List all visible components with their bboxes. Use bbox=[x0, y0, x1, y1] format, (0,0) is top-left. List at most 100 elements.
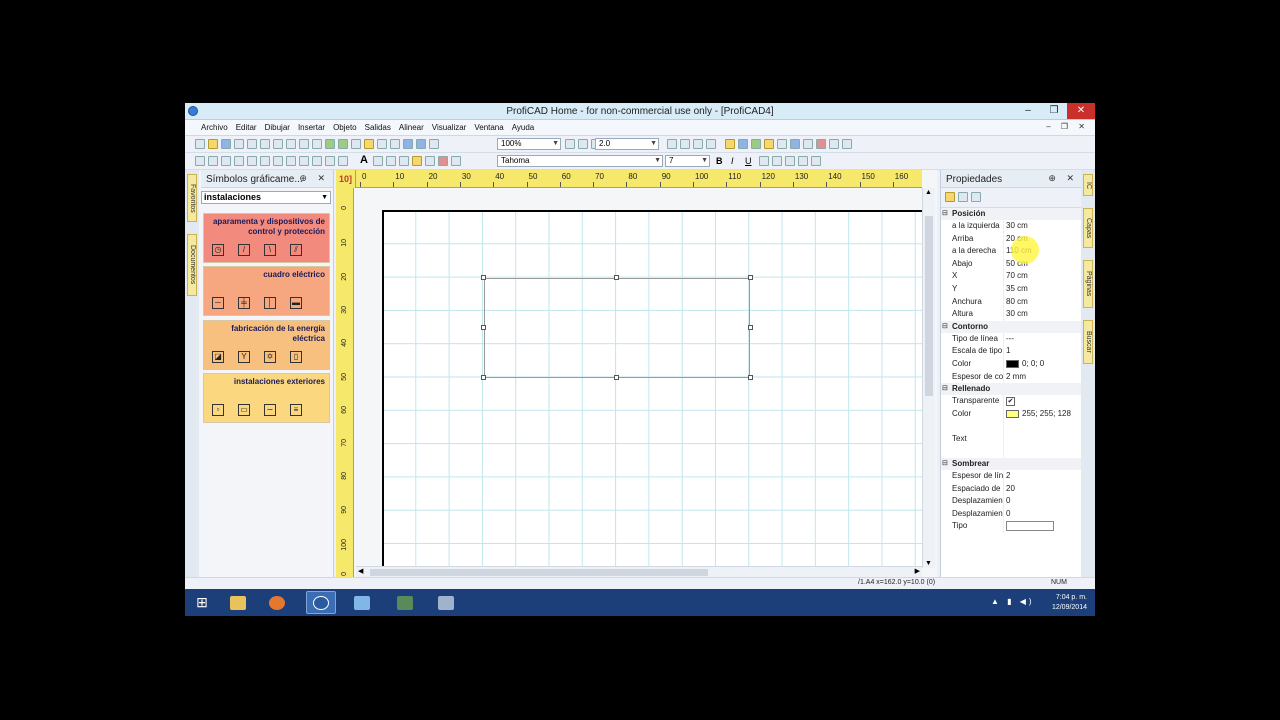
pie-tool-icon[interactable] bbox=[312, 156, 322, 166]
polygon-icon[interactable] bbox=[377, 139, 387, 149]
property-row[interactable]: Abajo 50 cm bbox=[941, 257, 1082, 271]
switch-icon[interactable]: / bbox=[238, 244, 250, 256]
property-value[interactable]: --- bbox=[1003, 332, 1082, 346]
resize-handle[interactable] bbox=[481, 375, 486, 380]
property-value[interactable]: 80 cm bbox=[1003, 295, 1082, 309]
color-swatch[interactable] bbox=[1006, 359, 1019, 368]
text-tool-button[interactable]: A bbox=[360, 154, 368, 166]
network-icon[interactable] bbox=[751, 139, 761, 149]
menu-archivo[interactable]: Archivo bbox=[197, 123, 232, 132]
dimension-tool-icon[interactable] bbox=[399, 156, 409, 166]
property-pages-icon[interactable] bbox=[971, 192, 981, 202]
battery-icon[interactable]: ▯ bbox=[290, 351, 302, 363]
symbol-category-select[interactable]: instalaciones ▼ bbox=[201, 191, 331, 204]
system-tray[interactable]: ▲ ▮ ◀) bbox=[991, 597, 1035, 606]
close-button[interactable]: ✕ bbox=[1067, 103, 1095, 119]
busbar-icon[interactable]: ─ bbox=[212, 297, 224, 309]
property-row[interactable]: Espaciado de líne20 bbox=[941, 482, 1082, 496]
open-folder-icon[interactable] bbox=[208, 139, 218, 149]
property-value[interactable] bbox=[1003, 432, 1082, 446]
property-value[interactable]: 2 bbox=[1003, 470, 1082, 483]
cross-tool-icon[interactable] bbox=[299, 156, 309, 166]
font-size-select[interactable]: 7 ▼ bbox=[665, 155, 710, 167]
rectangle-tool-icon[interactable] bbox=[247, 156, 257, 166]
taskbar-calculator[interactable] bbox=[431, 591, 461, 614]
property-value[interactable]: 255; 255; 128 bbox=[1003, 407, 1082, 421]
property-row[interactable]: Transparente ✔ bbox=[941, 395, 1082, 408]
taskbar-proficad[interactable] bbox=[306, 591, 336, 614]
property-value[interactable]: ✔ bbox=[1003, 395, 1082, 408]
menu-salidas[interactable]: Salidas bbox=[361, 123, 395, 132]
property-category[interactable]: Rellenado bbox=[941, 383, 1082, 396]
property-value[interactable]: 2 mm bbox=[1003, 370, 1082, 384]
menu-insertar[interactable]: Insertar bbox=[294, 123, 329, 132]
tab-buscar[interactable]: Buscar bbox=[1083, 320, 1093, 364]
property-row[interactable] bbox=[941, 445, 1082, 459]
bold-button[interactable]: B bbox=[716, 156, 723, 166]
font-select[interactable]: Tahoma ▼ bbox=[497, 155, 663, 167]
property-value[interactable]: 70 cm bbox=[1003, 270, 1082, 283]
drawing-sheet[interactable] bbox=[382, 210, 923, 568]
tab-paginas[interactable]: Páginas bbox=[1083, 260, 1093, 308]
pattern-tool-icon[interactable] bbox=[338, 156, 348, 166]
zoom-select[interactable]: 100% ▼ bbox=[497, 138, 561, 150]
property-value[interactable]: 0 bbox=[1003, 495, 1082, 508]
flip-icon[interactable] bbox=[390, 139, 400, 149]
node-tool-icon[interactable] bbox=[386, 156, 396, 166]
category-fabricacion-energia[interactable]: fabricación de la energía eléctrica ◪ Y … bbox=[203, 320, 330, 370]
menu-objeto[interactable]: Objeto bbox=[329, 123, 361, 132]
property-category[interactable]: Contorno bbox=[941, 320, 1082, 333]
selected-rectangle[interactable] bbox=[484, 278, 750, 378]
clock-switch-icon[interactable]: ◷ bbox=[212, 244, 224, 256]
menu-dibujar[interactable]: Dibujar bbox=[261, 123, 294, 132]
category-aparamenta[interactable]: aparamenta y dispositivos de control y p… bbox=[203, 213, 330, 263]
connector-icon[interactable]: ▬ bbox=[290, 297, 302, 309]
print-preview-icon[interactable] bbox=[260, 139, 270, 149]
zoom-in-icon[interactable] bbox=[578, 139, 588, 149]
circle-tool-icon[interactable] bbox=[286, 156, 296, 166]
label-tool-icon[interactable] bbox=[412, 156, 422, 166]
table-icon[interactable] bbox=[803, 139, 813, 149]
menu-alinear[interactable]: Alinear bbox=[395, 123, 428, 132]
property-value[interactable]: 30 cm bbox=[1003, 220, 1082, 233]
property-row[interactable]: Y 35 cm bbox=[941, 282, 1082, 296]
connector-tool-icon[interactable] bbox=[425, 156, 435, 166]
cabinet-icon[interactable]: ▭ bbox=[238, 404, 250, 416]
align-left-icon[interactable] bbox=[785, 156, 795, 166]
property-row[interactable]: Anchura 80 cm bbox=[941, 295, 1082, 309]
menu-ventana[interactable]: Ventana bbox=[470, 123, 507, 132]
property-row[interactable]: Color 255; 255; 128 bbox=[941, 407, 1082, 421]
property-value[interactable]: 20 bbox=[1003, 482, 1082, 496]
sort-alpha-icon[interactable] bbox=[958, 192, 968, 202]
new-file-icon[interactable] bbox=[195, 139, 205, 149]
resize-handle[interactable] bbox=[614, 275, 619, 280]
outdoor-box-icon[interactable]: ▫ bbox=[212, 404, 224, 416]
property-row[interactable]: Espesor de conto2 mm bbox=[941, 370, 1082, 384]
property-category[interactable]: Posición bbox=[941, 208, 1082, 220]
resize-handle[interactable] bbox=[481, 275, 486, 280]
panel-pin-close-icon[interactable]: ⊕ ✕ bbox=[1048, 173, 1078, 184]
line-tool-icon[interactable] bbox=[195, 156, 205, 166]
save-icon[interactable] bbox=[221, 139, 231, 149]
property-value[interactable]: 30 cm bbox=[1003, 308, 1082, 321]
undo-icon[interactable] bbox=[234, 139, 244, 149]
taskbar-firefox[interactable] bbox=[262, 591, 292, 614]
pan-hand-icon[interactable] bbox=[451, 156, 461, 166]
scroll-left-icon[interactable]: ◀ bbox=[358, 567, 363, 575]
property-row[interactable]: Text bbox=[941, 432, 1082, 446]
underline-button[interactable]: U bbox=[745, 156, 752, 166]
tab-ic[interactable]: IC bbox=[1083, 174, 1093, 196]
select-tool-icon[interactable] bbox=[364, 139, 374, 149]
generator-icon[interactable]: ✡ bbox=[264, 351, 276, 363]
rounded-rect-tool-icon[interactable] bbox=[260, 156, 270, 166]
export-icon[interactable] bbox=[325, 139, 335, 149]
property-row[interactable]: Espesor de líneas2 bbox=[941, 470, 1082, 483]
property-value[interactable]: 0; 0; 0 bbox=[1003, 357, 1082, 371]
resize-handle[interactable] bbox=[748, 275, 753, 280]
property-row[interactable] bbox=[941, 420, 1082, 433]
layers-icon[interactable] bbox=[738, 139, 748, 149]
pointer-tool-icon[interactable] bbox=[438, 156, 448, 166]
taskbar-explorer[interactable] bbox=[223, 591, 253, 614]
property-value[interactable]: 1 bbox=[1003, 345, 1082, 358]
category-cuadro-electrico[interactable]: cuadro eléctrico ─ ╪ │ ▬ bbox=[203, 266, 330, 316]
